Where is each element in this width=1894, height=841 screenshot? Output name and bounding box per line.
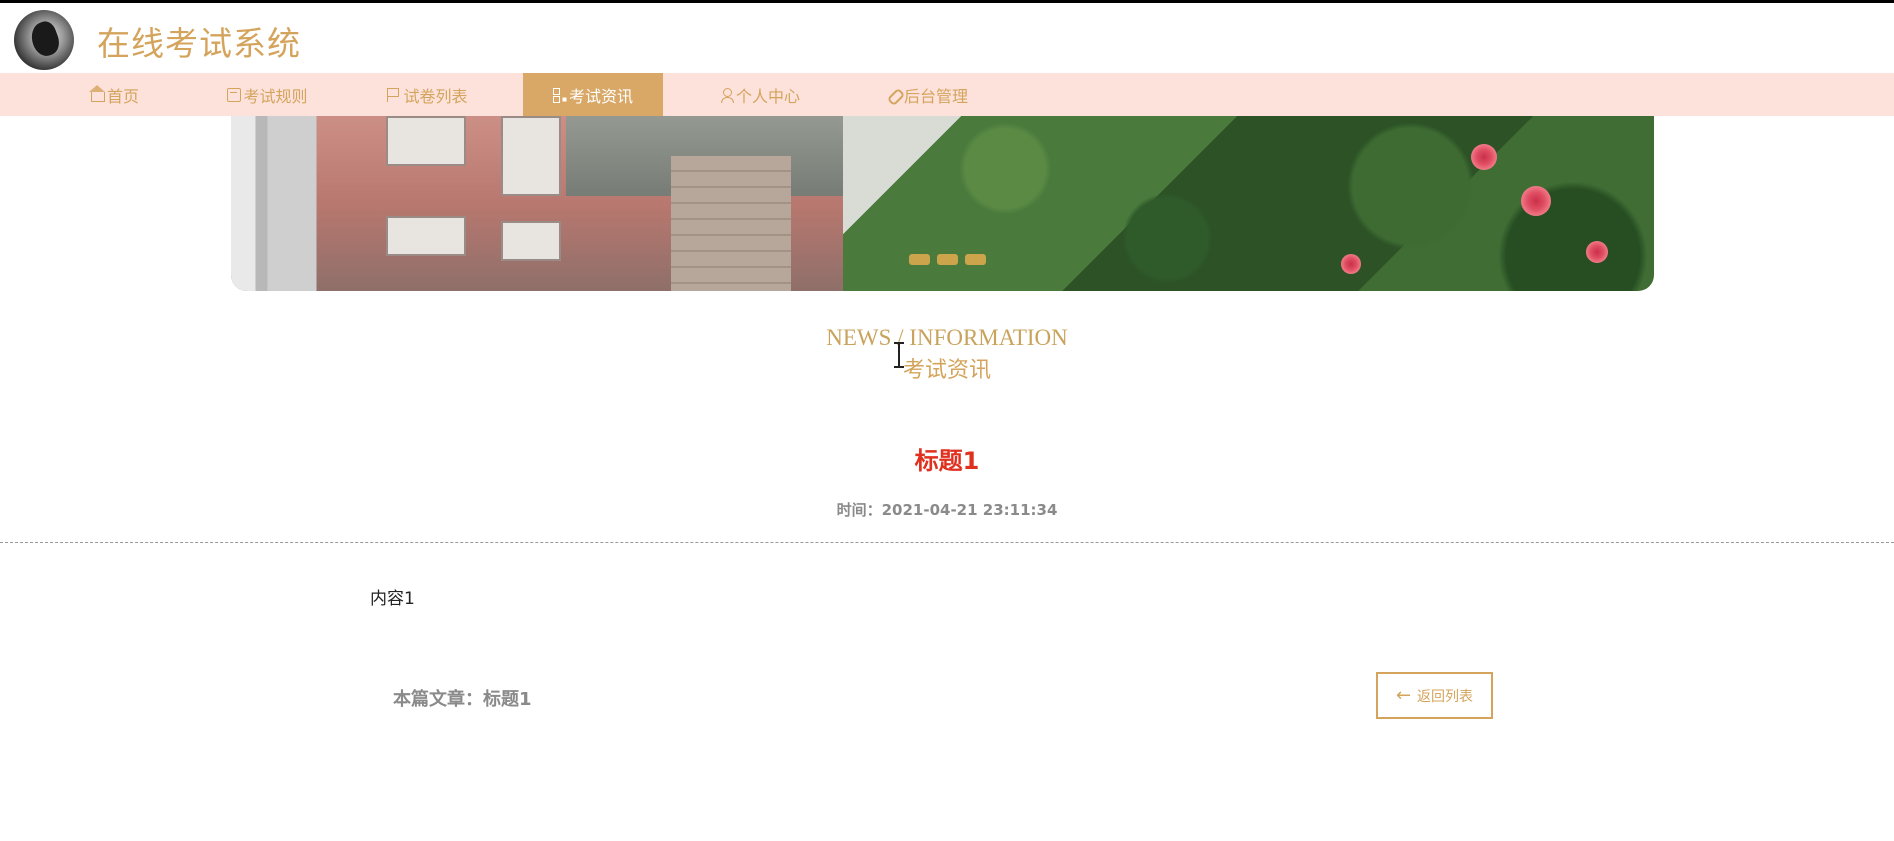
nav-item-exam-rules[interactable]: 考试规则 — [210, 73, 325, 116]
section-title-cn: 考试资讯 — [902, 358, 991, 383]
nav-item-label: 个人中心 — [735, 86, 800, 106]
carousel-dot[interactable] — [909, 254, 930, 265]
site-title[interactable]: 在线考试系统 — [97, 17, 301, 65]
carousel-dot[interactable] — [965, 254, 986, 265]
nav-item-label: 试卷列表 — [403, 86, 468, 106]
nav-item-label: 后台管理 — [903, 86, 968, 106]
nav-item-label: 首页 — [106, 86, 139, 106]
flag-icon — [387, 87, 401, 102]
arrow-left-icon: ← — [1395, 685, 1412, 706]
nav-item-paper-list[interactable]: 试卷列表 — [370, 73, 485, 116]
grid-icon — [552, 87, 567, 103]
back-button-label: 返回列表 — [1417, 688, 1474, 705]
user-icon — [720, 87, 734, 103]
carousel-dot[interactable] — [937, 254, 958, 265]
text-cursor-icon — [894, 342, 904, 368]
article-title: 标题1 — [914, 447, 980, 475]
nav-item-label: 考试资讯 — [568, 86, 633, 106]
bird-logo-icon[interactable] — [14, 10, 74, 70]
nav-item-label: 考试规则 — [243, 86, 308, 106]
nav-item-admin[interactable]: 后台管理 — [868, 73, 988, 116]
home-icon — [88, 84, 105, 102]
carousel-indicators — [909, 254, 986, 265]
nav-item-exam-news[interactable]: 考试资讯 — [523, 73, 663, 116]
section-title-en: NEWS / INFORMATION — [826, 325, 1068, 350]
back-to-list-button[interactable]: ← 返回列表 — [1376, 672, 1493, 719]
divider — [0, 542, 1894, 543]
site-header: 在线考试系统 — [0, 3, 1894, 73]
article-content: 内容1 — [370, 589, 415, 609]
calendar-icon — [227, 87, 242, 102]
article-footer-label: 本篇文章：标题1 — [393, 689, 532, 710]
nav-item-user-center[interactable]: 个人中心 — [700, 73, 820, 116]
link-icon — [888, 88, 902, 102]
article-time: 时间：2021-04-21 23:11:34 — [836, 501, 1058, 519]
nav-item-home[interactable]: 首页 — [60, 73, 170, 116]
main-nav: 首页 考试规则 试卷列表 考试资讯 个人中心 后台管理 — [0, 73, 1894, 116]
banner-carousel[interactable] — [231, 116, 1654, 291]
